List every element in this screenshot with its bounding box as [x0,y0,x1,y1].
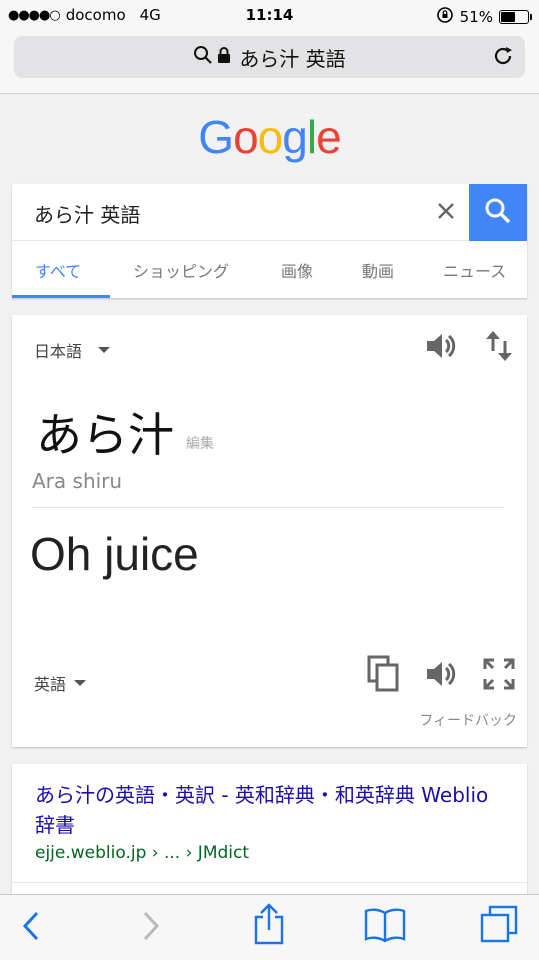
chevron-down-icon [74,680,87,686]
rotation-lock-icon [436,6,454,28]
result-title-link[interactable]: あら汁の英語・英訳 - 英和辞典・和英辞典 Weblio辞書 [35,780,505,840]
search-icon [193,45,213,70]
search-button[interactable] [469,184,527,241]
logo-letter-l: l [306,111,317,163]
fullscreen-icon[interactable] [482,657,516,695]
google-logo: Google [0,110,539,164]
translation-result: Oh juice [30,528,199,580]
battery-percent: 51% [459,8,493,26]
divider [32,507,504,508]
search-result: あら汁の英語・英訳 - 英和辞典・和英辞典 Weblio辞書 ejje.webl… [12,764,527,904]
logo-letter-e: e [316,111,342,163]
active-tab-indicator [12,295,110,298]
logo-letter-o1: o [233,111,259,163]
romanization-text: Ara shiru [32,469,123,493]
battery-icon [499,10,532,24]
address-bar-text: あら汁 英語 [239,46,346,71]
clear-icon[interactable] [435,200,457,226]
address-bar[interactable]: あら汁 英語 [14,36,525,78]
edit-link[interactable]: 編集 [186,433,214,453]
forward-icon[interactable] [140,909,162,947]
source-language-label: 日本語 [34,342,83,361]
tab-images[interactable]: 画像 [281,258,313,282]
search-tabs: すべて ショッピング 画像 動画 ニュース [12,241,527,298]
feedback-link[interactable]: フィードバック [419,710,517,730]
search-row: あら汁 英語 [12,184,527,241]
bookmarks-icon[interactable] [364,907,406,947]
tab-all[interactable]: すべて [35,258,81,282]
logo-letter-o2: o [257,111,284,163]
lock-icon [217,45,231,69]
translate-card: 日本語 あら汁 編集 Ara shiru Oh juice 英語 フィードバック [12,315,527,747]
reload-icon[interactable] [491,44,515,73]
tab-videos[interactable]: 動画 [362,258,394,282]
search-input[interactable]: あら汁 英語 [34,199,140,228]
status-bar: ●●●●○ docomo 4G 11:14 51% [0,0,539,32]
search-box: あら汁 英語 すべて ショッピング 画像 動画 ニュース [12,184,527,298]
battery-level [501,12,516,22]
speaker-icon[interactable] [424,657,458,695]
source-text[interactable]: あら汁 [36,399,174,465]
target-language-label: 英語 [34,675,67,694]
tabs-icon[interactable] [480,905,518,947]
tab-shopping[interactable]: ショッピング [133,258,229,282]
tab-news[interactable]: ニュース [443,258,506,282]
divider [12,882,527,883]
chevron-down-icon [98,347,111,353]
share-icon[interactable] [252,903,286,949]
target-language-select[interactable]: 英語 [34,671,87,695]
copy-icon[interactable] [367,655,401,697]
back-icon[interactable] [20,909,42,947]
logo-letter-g2: g [282,111,308,163]
swap-languages-icon[interactable] [484,329,514,367]
browser-toolbar [0,894,539,960]
search-icon [484,197,512,229]
address-bar-area: あら汁 英語 [0,32,539,94]
logo-letter-g: G [198,111,234,163]
result-url[interactable]: ejje.weblio.jp › ... › JMdict [35,843,249,863]
speaker-icon[interactable] [424,329,458,367]
source-language-select[interactable]: 日本語 [34,338,111,362]
